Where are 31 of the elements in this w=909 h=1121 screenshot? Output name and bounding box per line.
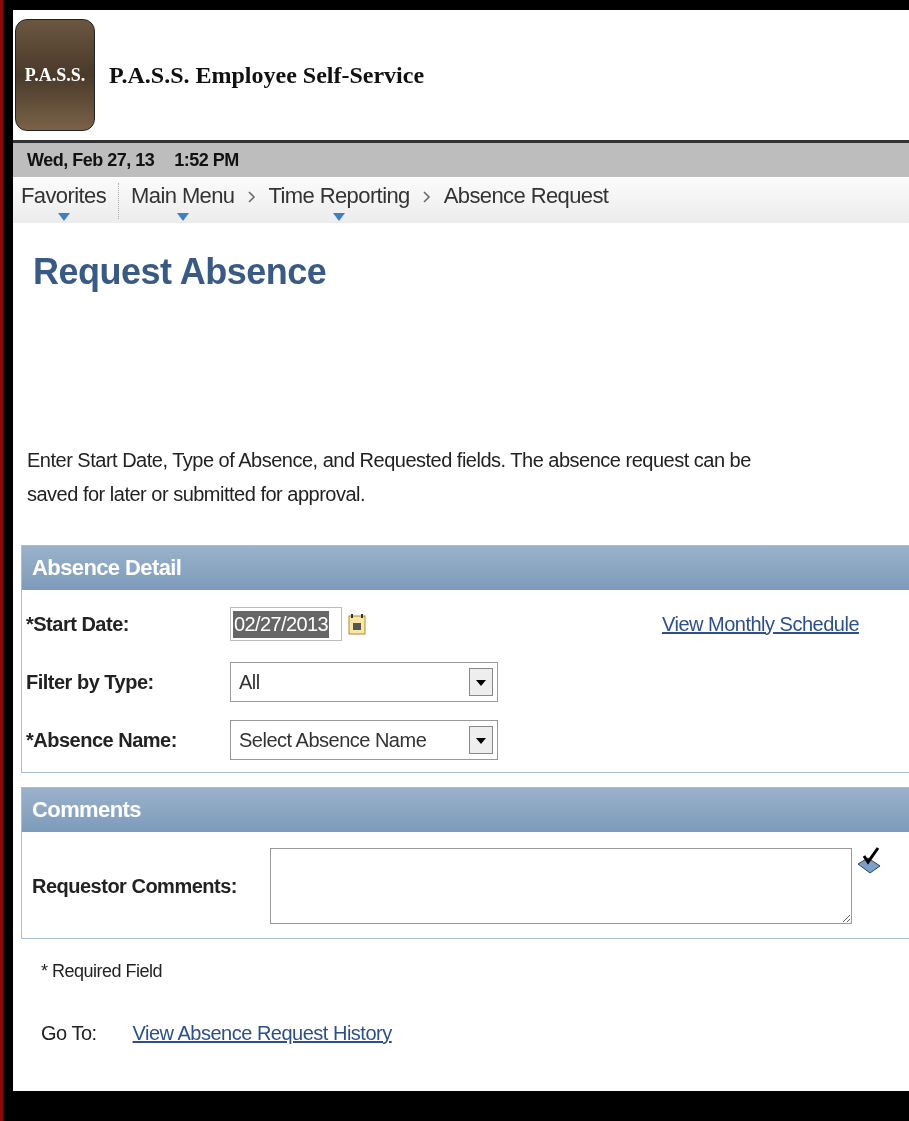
dropdown-select[interactable]: Select Absence Name — [230, 720, 498, 760]
dropdown-select[interactable]: All — [230, 662, 498, 702]
field-label: Requestor Comments: — [32, 874, 238, 898]
page-title: Request Absence — [33, 251, 328, 293]
field-label: *Start Date: — [26, 612, 130, 636]
app-title: P.A.S.S. Employee Self-Service — [109, 61, 425, 89]
breadcrumb-link[interactable]: Main Menu — [129, 183, 237, 221]
chevron-icon — [421, 190, 432, 204]
date-field[interactable]: 02/27/2013 — [230, 607, 342, 641]
time-text: 1:52 PM — [174, 149, 239, 171]
required-field-note: * Required Field — [41, 961, 164, 982]
breadcrumb-link[interactable]: Time Reporting — [266, 183, 412, 221]
absence-history-link[interactable]: View Absence Request History — [132, 1022, 392, 1045]
go-to-label: Go To: — [41, 1022, 97, 1045]
dropdown-caret-icon — [176, 213, 189, 221]
comments-field[interactable] — [270, 848, 852, 924]
view-monthly-schedule-link[interactable]: View Monthly Schedule — [661, 612, 859, 636]
dropdown-caret-icon — [57, 213, 70, 221]
instructions-text: Enter Start Date, Type of Absence, and Requested fields. The absence request can be saved for later or submitted for approval. — [27, 448, 752, 507]
date-text: Wed, Feb 27, 13 — [27, 149, 155, 171]
date-value: 02/27/2013 — [233, 610, 330, 638]
section-header: Absence Detail — [22, 546, 909, 590]
field-label: *Absence Name: — [26, 728, 178, 752]
section-header: Comments — [22, 788, 909, 832]
field-label: Filter by Type: — [26, 670, 155, 694]
breadcrumb-link[interactable]: Absence Request — [441, 183, 611, 209]
breadcrumb-link[interactable]: Favorites — [19, 183, 109, 221]
logo: P.A.S.S. — [15, 19, 95, 131]
dropdown-caret-icon — [333, 213, 346, 221]
calendar-icon[interactable] — [348, 613, 366, 635]
chevron-icon — [246, 190, 257, 204]
